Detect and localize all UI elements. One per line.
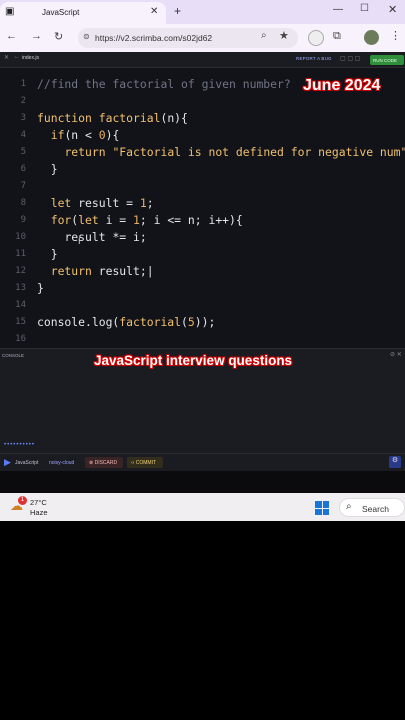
project-name[interactable]: noisy-cloud — [49, 460, 74, 466]
weather-condition[interactable]: Haze — [30, 508, 48, 517]
code-line[interactable]: console.log(factorial(5)); — [37, 315, 215, 329]
editor-status-bar: ▶ JavaScript noisy-cloud ⊗ DISCARD ‹› CO… — [0, 453, 405, 471]
minimize-button[interactable]: — — [333, 4, 343, 15]
code-line[interactable]: } — [37, 247, 58, 261]
code-line[interactable]: return "Factorial is not defined for neg… — [37, 145, 405, 159]
line-number: 9 — [20, 215, 26, 225]
url-text: https://v2.scrimba.com/s02jd62 — [95, 33, 213, 43]
line-number: 2 — [20, 96, 26, 106]
tab-close-icon[interactable]: ✕ — [150, 6, 158, 17]
mouse-cursor-icon: I — [78, 236, 81, 246]
windows-start-icon[interactable] — [315, 501, 329, 515]
collapse-icon[interactable]: ✕ — [4, 54, 9, 61]
settings-gear-icon[interactable]: ⚙ — [389, 456, 401, 468]
new-tab-button[interactable]: + — [174, 4, 181, 18]
browser-menu-icon[interactable]: ⋮ — [390, 29, 401, 42]
maximize-button[interactable]: ☐ — [360, 3, 369, 14]
discard-label: DISCARD — [94, 460, 118, 466]
commit-label: COMMIT — [135, 460, 157, 466]
code-line[interactable]: function factorial(n){ — [37, 111, 188, 125]
browser-toolbar: ← → ↻ ⊜ https://v2.scrimba.com/s02jd62 ⌕… — [0, 24, 405, 52]
notification-badge: 1 — [18, 496, 27, 505]
console-label: CONSOLE — [2, 353, 25, 358]
editor-tab-bar: ✕ ← index.js REPORT A BUG ▢ ▢ ▢ RUN CODE — [0, 52, 405, 68]
tab-title: JavaScript — [42, 8, 80, 17]
page-icon: ▣ — [5, 6, 15, 17]
search-icon: ⌕ — [346, 501, 352, 512]
console-loading-indicator: •••••••••• — [4, 442, 36, 448]
bookmark-star-icon[interactable]: ★ — [279, 29, 289, 42]
line-number: 4 — [20, 130, 26, 140]
file-close-icon[interactable]: ← — [14, 54, 20, 60]
commit-button[interactable]: ‹› COMMIT — [127, 457, 163, 468]
code-editor[interactable]: 1 //find the factorial of given number? 2 3… — [0, 68, 405, 348]
line-number: 15 — [15, 317, 26, 327]
code-line[interactable]: for(let i = 1; i <= n; i++){ — [37, 213, 243, 227]
browser-tab-strip: ▣ JavaScript ✕ + — ☐ ✕ — [0, 0, 405, 24]
line-number: 14 — [15, 300, 26, 310]
profile-avatar[interactable] — [364, 30, 379, 45]
divider — [0, 471, 405, 493]
run-code-button[interactable]: RUN CODE — [370, 55, 404, 65]
language-label: JavaScript — [15, 460, 39, 466]
line-number: 7 — [20, 181, 26, 191]
video-date-overlay: June 2024 — [303, 77, 381, 94]
windows-taskbar: ☁ 1 27°C Haze ⌕ Search — [0, 493, 405, 521]
weather-temperature[interactable]: 27°C — [30, 498, 47, 507]
reload-icon[interactable]: ↻ — [54, 30, 63, 43]
search-label: Search — [362, 504, 389, 514]
line-number: 3 — [20, 113, 26, 123]
close-window-button[interactable]: ✕ — [388, 3, 397, 16]
line-number: 8 — [20, 198, 26, 208]
code-line[interactable]: result *= i; — [37, 230, 146, 244]
code-line[interactable]: let result = 1; — [37, 196, 154, 210]
extensions-puzzle-icon[interactable]: ⧉ — [333, 30, 341, 43]
address-bar[interactable]: ⊜ https://v2.scrimba.com/s02jd62 ⌕ ★ — [78, 28, 298, 48]
tab-javascript[interactable]: ▣ JavaScript ✕ — [0, 2, 166, 24]
extension-icon[interactable] — [308, 30, 324, 46]
file-tab-index-js[interactable]: index.js — [22, 55, 39, 61]
video-title-overlay: JavaScript interview questions — [94, 353, 293, 368]
forward-icon[interactable]: → — [31, 30, 42, 42]
layout-icons[interactable]: ▢ ▢ ▢ — [340, 55, 360, 62]
line-number: 13 — [15, 283, 26, 293]
line-number: 11 — [15, 249, 26, 259]
code-line[interactable]: } — [37, 162, 58, 176]
code-line[interactable]: return result;| — [37, 264, 154, 278]
back-icon[interactable]: ← — [6, 30, 17, 42]
play-icon[interactable]: ▶ — [4, 457, 11, 468]
code-line[interactable]: } — [37, 281, 44, 295]
zoom-icon[interactable]: ⌕ — [261, 30, 267, 41]
console-clear-icon[interactable]: ⊘ ✕ — [390, 351, 402, 358]
line-number: 12 — [15, 266, 26, 276]
report-bug-button[interactable]: REPORT A BUG — [296, 56, 332, 61]
code-line[interactable]: if(n < 0){ — [37, 128, 120, 142]
site-info-icon[interactable]: ⊜ — [83, 32, 90, 41]
line-number: 6 — [20, 164, 26, 174]
line-number: 1 — [20, 79, 26, 89]
taskbar-search[interactable]: ⌕ Search — [339, 498, 405, 517]
discard-button[interactable]: ⊗ DISCARD — [85, 457, 123, 468]
line-number: 10 — [15, 232, 26, 242]
line-number: 16 — [15, 334, 26, 344]
code-line[interactable]: //find the factorial of given number? — [37, 77, 291, 91]
line-number: 5 — [20, 147, 26, 157]
